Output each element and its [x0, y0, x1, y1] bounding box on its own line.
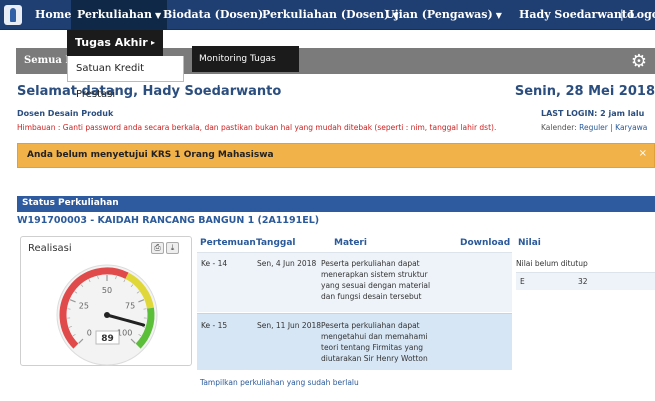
gear-icon[interactable]: ⚙ [631, 51, 647, 72]
cell-tanggal: Sen, 11 Jun 2018 [257, 321, 322, 330]
alert-text: Anda belum menyetujui KRS 1 Orang Mahasi… [27, 150, 274, 160]
materi-line: mengetahui dan memahami [321, 332, 428, 341]
nav-logout[interactable]: Logout [629, 0, 655, 30]
col-header-materi: Materi [334, 238, 367, 248]
top-navbar: Home Perkuliahan ▼ Biodata (Dosen) Perkul… [0, 0, 655, 30]
col-header-pertemuan: Pertemuan [200, 238, 256, 248]
col-header-nilai: Nilai [518, 238, 541, 248]
current-date: Senin, 28 Mei 2018 [514, 84, 655, 99]
chevron-down-icon: ▼ [155, 10, 162, 20]
krs-alert: Anda belum menyetujui KRS 1 Orang Mahasi… [17, 143, 655, 168]
user-role: Dosen Desain Produk [17, 109, 114, 118]
nav-perkuliahan-dosen[interactable]: Perkuliahan (Dosen) ▼ [262, 0, 398, 30]
materi-line: yang sesuai dengan material [321, 281, 431, 290]
menu-item-satuan-kredit[interactable]: Satuan Kredit Prestasi [67, 56, 184, 100]
perkuliahan-dropdown: Tugas Akhir ▸ Satuan Kredit Prestasi [67, 30, 184, 100]
realisasi-gauge: 0 25 50 75 100 89 [56, 264, 158, 366]
materi-line: Peserta perkuliahan dapat [321, 259, 420, 268]
nav-home[interactable]: Home [35, 0, 71, 30]
nav-perkuliahan[interactable]: Perkuliahan ▼ [71, 0, 168, 30]
gauge-value: 89 [101, 334, 114, 344]
cell-pertemuan: Ke - 14 [201, 259, 228, 268]
nilai-value: 32 [578, 277, 588, 286]
gauge-tick-label: 50 [102, 286, 112, 295]
close-icon[interactable]: × [639, 148, 647, 159]
cell-materi: Peserta perkuliahan dapat mengetahui dan… [321, 320, 443, 364]
materi-line: Peserta perkuliahan dapat [321, 321, 420, 330]
materi-line: diutarakan Sir Henry Wotton [321, 354, 428, 363]
course-title[interactable]: W191700003 - KAIDAH RANCANG BANGUN 1 (2A… [17, 215, 319, 226]
submenu-monitoring-tugas-akhir[interactable]: Monitoring Tugas Akhir [192, 46, 299, 90]
menu-item-tugas-akhir[interactable]: Tugas Akhir ▸ [67, 30, 163, 56]
nilai-status: Nilai belum ditutup [516, 259, 588, 268]
chevron-right-icon: ▸ [150, 38, 155, 47]
calendar-links: Kalender: Reguler | Karyawa [541, 123, 647, 132]
chevron-down-icon: ▼ [495, 10, 502, 20]
last-login: LAST LOGIN: 2 jam lalu [541, 109, 645, 118]
calendar-reguler-link[interactable]: Reguler [579, 123, 608, 132]
gauge-pivot [104, 312, 110, 318]
nav-perkuliahan-label: Perkuliahan [77, 8, 152, 21]
cell-pertemuan: Ke - 15 [201, 321, 228, 330]
gauge-tick-label: 25 [79, 301, 89, 310]
status-title: Status Perkuliahan [22, 198, 119, 208]
col-header-download: Download [460, 238, 511, 248]
materi-line: dan fungsi desain tersebut [321, 292, 422, 301]
cell-tanggal: Sen, 4 Jun 2018 [257, 259, 317, 268]
nav-ujian-label: Ujian (Pengawas) [385, 8, 493, 21]
realisasi-panel: Realisasi ⎙ ⤓ 0 25 50 75 100 89 [20, 236, 192, 366]
app-logo-icon[interactable] [4, 5, 22, 25]
gauge-tick-label: 0 [87, 329, 92, 338]
status-header: Status Perkuliahan [17, 196, 655, 212]
nilai-key: E [520, 277, 525, 286]
nav-user[interactable]: Hady Soedarwanto [519, 0, 634, 30]
nav-ujian[interactable]: Ujian (Pengawas) ▼ [385, 0, 502, 30]
col-header-tanggal: Tanggal [256, 238, 296, 248]
show-past-lectures-link[interactable]: Tampilkan perkuliahan yang sudah berlalu [200, 378, 359, 387]
gauge-tick-label: 75 [125, 301, 135, 310]
calendar-label: Kalender: [541, 123, 580, 132]
cell-materi: Peserta perkuliahan dapat menerapkan sis… [321, 258, 443, 302]
menu-item-tugas-akhir-label: Tugas Akhir [75, 36, 148, 49]
nav-separator: | [620, 8, 624, 21]
nilai-row: E 32 [516, 272, 655, 290]
password-notice: Himbauan : Ganti password anda secara be… [17, 123, 497, 132]
materi-line: teori tentang Firmitas yang [321, 343, 424, 352]
calendar-karyawan-link[interactable]: Karyawa [615, 123, 647, 132]
nav-biodata[interactable]: Biodata (Dosen) [163, 0, 263, 30]
table-row: Ke - 15 Sen, 11 Jun 2018 Peserta perkuli… [197, 313, 512, 370]
nav-perkuliahan-dosen-label: Perkuliahan (Dosen) [262, 8, 390, 21]
table-row: Ke - 14 Sen, 4 Jun 2018 Peserta perkulia… [197, 252, 512, 312]
welcome-heading: Selamat datang, Hady Soedarwanto [17, 84, 282, 99]
materi-line: menerapkan sistem struktur [321, 270, 428, 279]
